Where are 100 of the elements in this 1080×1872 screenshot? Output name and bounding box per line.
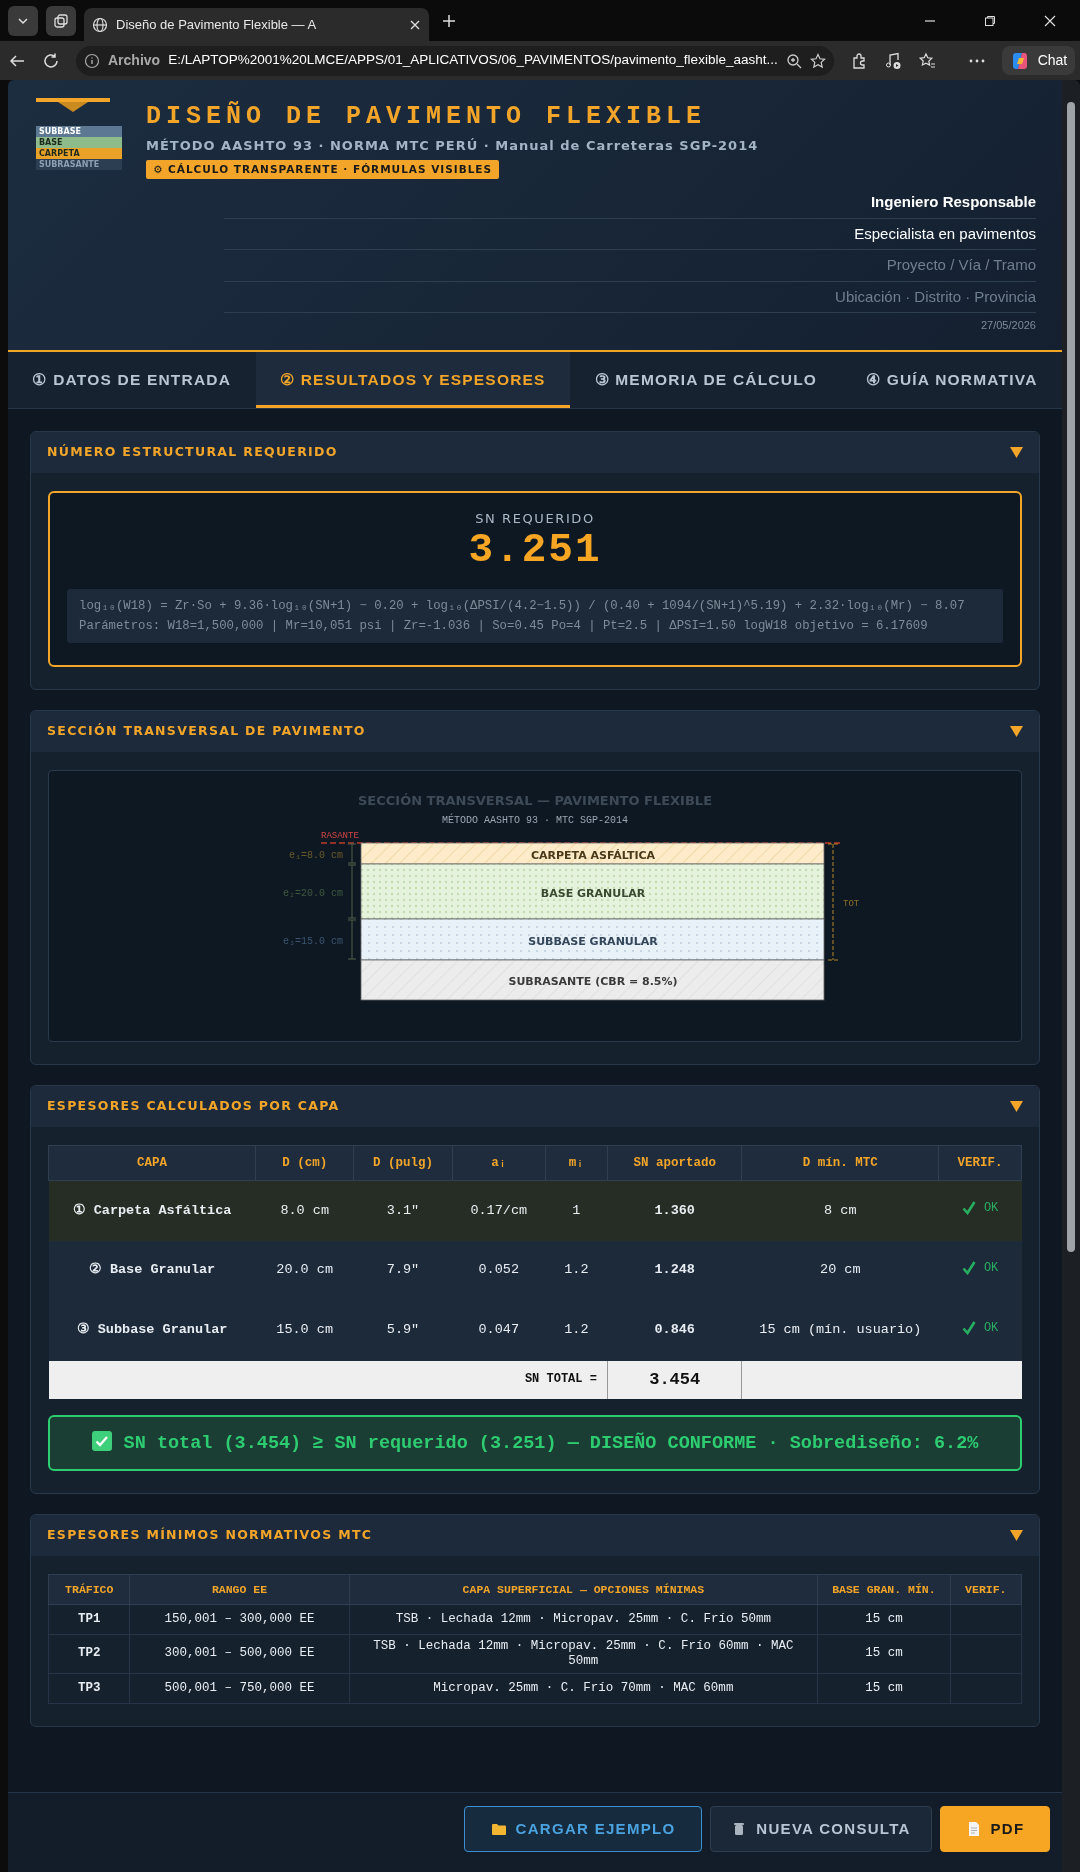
table-cell: 1 (545, 1180, 608, 1241)
layer-label: SUBBASE GRANULAR (528, 934, 658, 948)
info-icon[interactable] (84, 52, 100, 69)
tab-title: Diseño de Pavimento Flexible — A (116, 15, 318, 34)
zoom-icon[interactable] (785, 52, 802, 69)
tab[interactable]: ② RESULTADOS Y ESPESORES (255, 351, 571, 408)
music-note-icon[interactable] (883, 51, 902, 70)
action-button[interactable]: PDF (940, 1805, 1050, 1852)
table-cell: TSB · Lechada 12mm · Micropav. 25mm · C. Frío 60mm · MAC 50mm (349, 1634, 818, 1674)
sn-value: 3.251 (467, 528, 603, 574)
action-button[interactable]: NUEVA CONSULTA (710, 1805, 932, 1852)
app-title: DISEÑO DE PAVIMENTO FLEXIBLE (146, 102, 707, 132)
table-cell: 500,001 – 750,000 EE (130, 1673, 350, 1704)
table-cell: 150,001 – 300,000 EE (130, 1604, 350, 1635)
header-field[interactable]: Ingeniero Responsable (224, 187, 1036, 219)
table-cell: 0.047 (452, 1300, 546, 1361)
table-cell: 1.2 (545, 1300, 608, 1361)
address-label: Archivo (108, 51, 161, 70)
table-cell: 15 cm (817, 1604, 951, 1635)
section-header[interactable]: ESPESORES MÍNIMOS NORMATIVOS MTC (31, 1514, 1039, 1556)
table-cell: 20 cm (742, 1240, 939, 1301)
status-text: OK (983, 1320, 999, 1336)
table-cell: ① Carpeta Asfáltica (48, 1180, 256, 1241)
globe-icon (92, 16, 108, 33)
tab[interactable]: ③ MEMORIA DE CÁLCULO (570, 351, 842, 408)
caret-icon[interactable] (1010, 1100, 1023, 1112)
layer-label: CARPETA ASFÁLTICA (530, 848, 656, 862)
table-cell: 15 cm (mín. usuario) (742, 1300, 939, 1361)
scrollbar[interactable] (1062, 80, 1080, 1872)
table-cell: 8.0 cm (255, 1180, 354, 1241)
total-label: TOT (843, 899, 860, 910)
close-icon[interactable] (409, 18, 421, 31)
section-header[interactable]: SECCIÓN TRANSVERSAL DE PAVIMENTO (31, 711, 1039, 753)
tab[interactable]: ④ GUÍA NORMATIVA (841, 351, 1062, 408)
column-header: VERIF. (950, 1574, 1022, 1605)
url-text: E:/LAPTOP%2001%20LMCE/APPS/01_APLICATIVOS/06_PAVIMENTOS/pavimento_flexible_aasht... (168, 51, 778, 70)
table-cell: 300,001 – 500,000 EE (130, 1634, 350, 1674)
caret-icon[interactable] (1010, 446, 1023, 458)
table-cell: 1.360 (607, 1180, 742, 1241)
section-title: NÚMERO ESTRUCTURAL REQUERIDO (47, 443, 338, 461)
caret-icon[interactable] (1010, 1529, 1023, 1541)
restore-icon[interactable] (984, 14, 996, 27)
parameters-text: Parámetros: W18=1,500,000 | Mr=10,051 psi | Zr=-1.036 | So=0.45 Po=4 | Pt=2.5 | ΔPSI=1.50 logW18 objetivo = 6.17609 (79, 618, 929, 636)
table-cell: 15.0 cm (255, 1300, 354, 1361)
section-header[interactable]: NÚMERO ESTRUCTURAL REQUERIDO (31, 432, 1039, 473)
grade-label: RASANTE (321, 831, 359, 842)
tab-actions-button[interactable] (8, 5, 38, 36)
column-header: CAPA (48, 1145, 256, 1181)
browser-tab[interactable]: Diseño de Pavimento Flexible — A (84, 8, 429, 41)
logo-layer: BASE (36, 137, 122, 148)
app-subtitle: MÉTODO AASHTO 93 · NORMA MTC PERÚ · Manual de Carreteras SGP-2014 (146, 137, 759, 155)
chat-button[interactable]: Chat (1001, 46, 1076, 75)
layer-label: SUBRASANTE (CBR = 8.5%) (508, 975, 678, 989)
column-header: SN aportado (607, 1145, 742, 1181)
reload-icon[interactable] (42, 51, 60, 70)
favorites-icon[interactable] (917, 51, 936, 70)
drawing-subtitle: MÉTODO AASHTO 93 · MTC SGP-2014 (442, 815, 628, 827)
table-cell: 0.052 (452, 1240, 546, 1301)
logo-layer: CARPETA (36, 148, 122, 159)
thickness-label: e₃=15.0 cm (283, 935, 343, 947)
table-cell: Micropav. 25mm · C. Frío 70mm · MAC 60mm (349, 1673, 818, 1704)
logo-layer: SUBRASANTE (36, 159, 122, 170)
column-header: mᵢ (545, 1145, 608, 1181)
action-button[interactable]: CARGAR EJEMPLO (464, 1805, 702, 1852)
table-cell: 1.2 (545, 1240, 608, 1301)
header-field[interactable]: Proyecto / Vía / Tramo (224, 250, 1036, 282)
table-cell: 20.0 cm (255, 1240, 354, 1301)
checkbox-icon (91, 1430, 112, 1451)
table-cell: 0.17/cm (452, 1180, 546, 1241)
section-title: SECCIÓN TRANSVERSAL DE PAVIMENTO (47, 722, 366, 741)
table-cell: 3.1" (353, 1180, 453, 1241)
header-field[interactable]: Ubicación · Distrito · Provincia (224, 281, 1036, 314)
logo-layer: SUBBASE (36, 126, 122, 137)
close-icon[interactable] (1044, 14, 1056, 27)
section-header[interactable]: ESPESORES CALCULADOS POR CAPA (31, 1086, 1039, 1127)
workspaces-button[interactable] (46, 5, 76, 36)
address-bar[interactable]: Archivo E:/LAPTOP%2001%20LMCE/APPS/01_APLICATIVOS/06_PAVIMENTOS/pavimento_flexible_aasht... (76, 45, 834, 76)
table-cell: TP1 (48, 1604, 130, 1635)
table-cell: 7.9" (353, 1240, 453, 1301)
thickness-label: e₁=8.0 cm (289, 849, 343, 861)
column-header: CAPA SUPERFICIAL — OPCIONES MÍNIMAS (349, 1574, 818, 1605)
section-title: ESPESORES CALCULADOS POR CAPA (47, 1097, 340, 1116)
column-header: D mín. MTC (742, 1145, 939, 1181)
header-field[interactable]: Especialista en pavimentos (224, 218, 1036, 251)
scrollbar-thumb[interactable] (1067, 102, 1075, 1252)
table-cell: ③ Subbase Granular (48, 1300, 256, 1361)
column-header: D (pulg) (353, 1145, 453, 1181)
star-icon[interactable] (809, 52, 826, 69)
table-cell: ② Base Granular (48, 1240, 256, 1301)
status-text: OK (983, 1200, 999, 1216)
logo-roof-icon (36, 98, 110, 112)
new-tab-icon[interactable] (441, 12, 457, 29)
column-header: D (cm) (255, 1145, 354, 1181)
table-cell: 1.248 (607, 1240, 742, 1301)
tab[interactable]: ① DATOS DE ENTRADA (8, 351, 256, 408)
table-cell: 15 cm (817, 1634, 951, 1674)
caret-icon[interactable] (1010, 726, 1023, 738)
section-title: ESPESORES MÍNIMOS NORMATIVOS MTC (47, 1525, 373, 1544)
result-text: SN total (3.454) ≥ SN requerido (3.251) — DISEÑO CONFORME · Sobrediseño: 6.2% (123, 1432, 979, 1454)
date-text: 27/05/2026 (980, 318, 1036, 334)
